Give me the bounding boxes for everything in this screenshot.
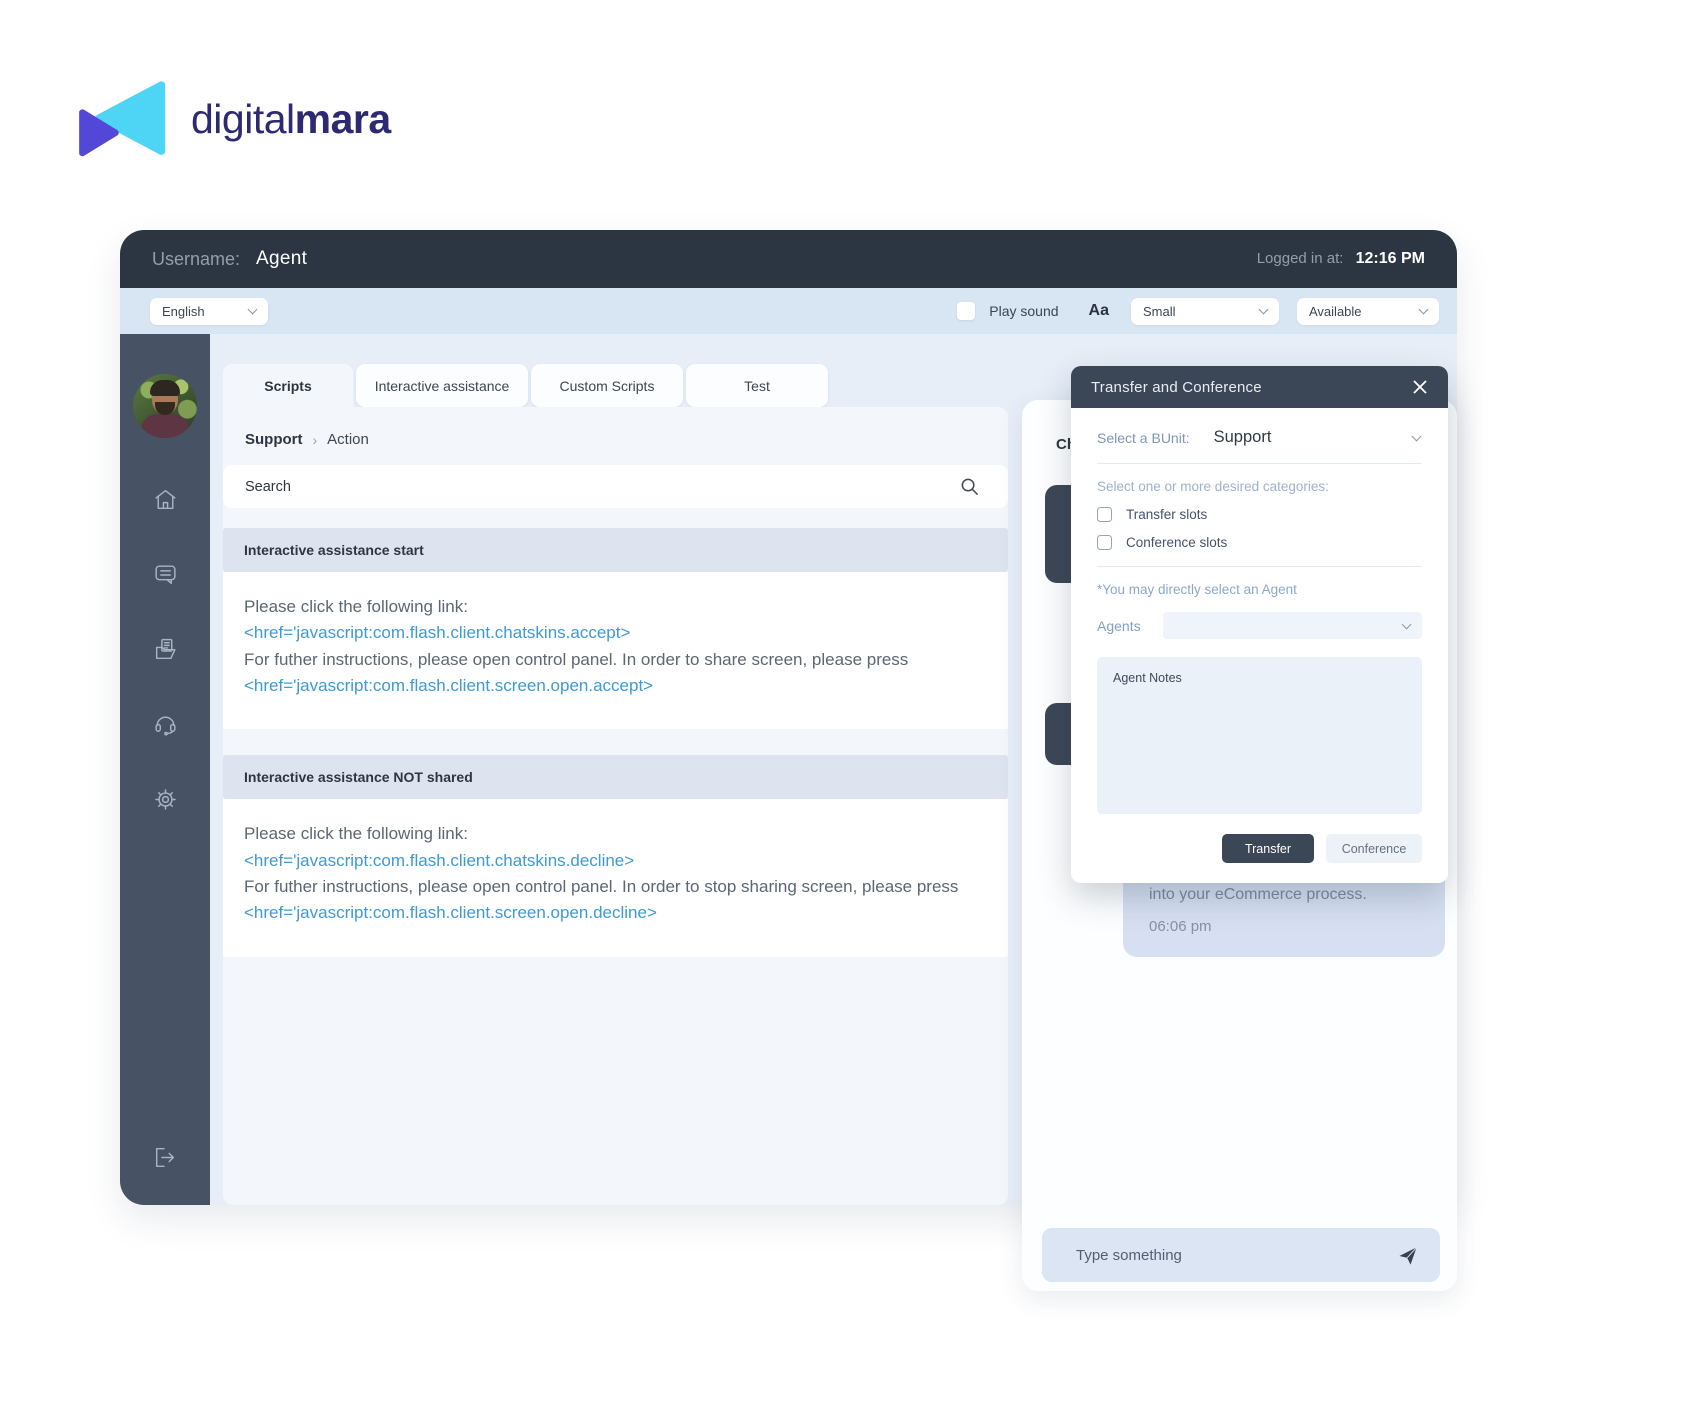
transfer-slots-label: Transfer slots (1126, 507, 1207, 522)
script-line: For futher instructions, please open con… (244, 877, 958, 896)
play-sound-checkbox[interactable] (957, 302, 975, 320)
section-body: Please click the following link: <href='… (223, 799, 1008, 956)
chevron-down-icon (1402, 619, 1412, 629)
tab-bar: Scripts Interactive assistance Custom Sc… (223, 364, 828, 407)
username-value: Agent (256, 248, 307, 270)
section-body: Please click the following link: <href='… (223, 572, 1008, 729)
documents-icon (152, 636, 179, 663)
conference-slots-option[interactable]: Conference slots (1097, 535, 1422, 550)
logo-icon (75, 80, 167, 158)
tab-scripts[interactable]: Scripts (223, 364, 353, 407)
bunit-label: Select a BUnit: (1097, 430, 1190, 446)
script-link[interactable]: <href='javascript:com.flash.client.chats… (244, 623, 630, 642)
transfer-slots-checkbox[interactable] (1097, 507, 1112, 522)
sidebar-item-logout[interactable] (151, 1144, 178, 1171)
chat-message-time: 06:06 pm (1149, 918, 1212, 935)
script-line: Please click the following link: (244, 821, 986, 847)
modal-body: Select a BUnit: Support Select one or mo… (1071, 408, 1448, 883)
section-header: Interactive assistance start (223, 528, 1008, 572)
breadcrumb-parent[interactable]: Support (245, 431, 303, 448)
search-input[interactable] (223, 465, 1008, 508)
sidebar-item-documents[interactable] (152, 636, 179, 663)
chat-message-text: into your eCommerce process. (1149, 886, 1367, 904)
tab-custom-scripts[interactable]: Custom Scripts (531, 364, 683, 407)
font-size-toggle[interactable]: Aa (1089, 302, 1109, 320)
avatar[interactable] (133, 374, 197, 438)
transfer-button[interactable]: Transfer (1222, 834, 1314, 863)
availability-select-value: Available (1309, 304, 1420, 319)
logo-text: digitalmara (191, 96, 391, 143)
agent-hint: *You may directly select an Agent (1097, 582, 1422, 597)
sidebar-item-settings[interactable] (152, 786, 179, 813)
chevron-down-icon (1419, 305, 1429, 315)
logo-text-bold: mara (295, 96, 391, 142)
conference-button[interactable]: Conference (1326, 834, 1422, 863)
logo-text-regular: digital (191, 96, 295, 142)
script-link[interactable]: <href='javascript:com.flash.client.scree… (244, 903, 657, 922)
divider (1097, 566, 1422, 567)
sidebar-item-chats[interactable] (152, 561, 179, 588)
language-select[interactable]: English (150, 298, 268, 325)
chat-input-wrap (1042, 1228, 1440, 1282)
play-sound-label: Play sound (989, 303, 1058, 319)
tab-interactive-assistance[interactable]: Interactive assistance (356, 364, 528, 407)
logo: digitalmara (75, 80, 391, 158)
script-link[interactable]: <href='javascript:com.flash.client.scree… (244, 676, 653, 695)
sidebar-item-support[interactable] (152, 711, 179, 738)
close-icon[interactable] (1412, 379, 1428, 395)
logged-in-status: Logged in at: 12:16 PM (1257, 250, 1425, 268)
gear-icon (152, 786, 179, 813)
conference-slots-checkbox[interactable] (1097, 535, 1112, 550)
chevron-down-icon (1259, 305, 1269, 315)
breadcrumb-current: Action (327, 431, 369, 448)
sidebar (120, 334, 210, 1205)
chevron-down-icon (1412, 431, 1422, 441)
scripts-panel: Support › Action Interactive assistance … (223, 407, 1008, 1205)
availability-select[interactable]: Available (1297, 298, 1439, 325)
logout-icon (151, 1144, 178, 1171)
bunit-select-value: Support (1214, 428, 1272, 447)
script-line: Please click the following link: (244, 594, 986, 620)
agents-label: Agents (1097, 618, 1141, 634)
toolbar: English Play sound Aa Small Available (120, 288, 1457, 334)
bunit-select[interactable]: Support (1214, 428, 1422, 447)
language-select-value: English (162, 304, 249, 319)
sidebar-item-home[interactable] (152, 486, 179, 513)
modal-header: Transfer and Conference (1071, 366, 1448, 408)
font-size-select[interactable]: Small (1131, 298, 1279, 325)
breadcrumb: Support › Action (223, 407, 1008, 448)
transfer-conference-modal: Transfer and Conference Select a BUnit: … (1071, 366, 1448, 883)
transfer-slots-option[interactable]: Transfer slots (1097, 507, 1422, 522)
agents-select[interactable] (1163, 612, 1422, 639)
conference-slots-label: Conference slots (1126, 535, 1227, 550)
search-icon[interactable] (959, 476, 980, 497)
font-size-select-value: Small (1143, 304, 1260, 319)
page: digitalmara Username: Agent Logged in at… (0, 0, 1690, 1425)
modal-title: Transfer and Conference (1091, 379, 1262, 396)
agent-notes-label: Agent Notes (1113, 671, 1406, 685)
chat-message-input[interactable] (1042, 1228, 1440, 1282)
agent-notes-textarea[interactable]: Agent Notes (1097, 657, 1422, 814)
titlebar: Username: Agent Logged in at: 12:16 PM (120, 230, 1457, 288)
tab-test[interactable]: Test (686, 364, 828, 407)
username-label: Username: (152, 249, 240, 270)
script-link[interactable]: <href='javascript:com.flash.client.chats… (244, 851, 634, 870)
headset-icon (152, 711, 179, 738)
chevron-down-icon (248, 305, 258, 315)
send-icon[interactable] (1397, 1245, 1418, 1266)
section-header: Interactive assistance NOT shared (223, 755, 1008, 799)
chevron-right-icon: › (313, 432, 318, 448)
script-line: For futher instructions, please open con… (244, 650, 908, 669)
chat-icon (152, 561, 179, 588)
search-box (223, 465, 1008, 508)
categories-label: Select one or more desired categories: (1097, 479, 1422, 494)
logged-in-label: Logged in at: (1257, 250, 1344, 267)
home-icon (152, 486, 179, 513)
logged-in-time: 12:16 PM (1356, 250, 1425, 267)
